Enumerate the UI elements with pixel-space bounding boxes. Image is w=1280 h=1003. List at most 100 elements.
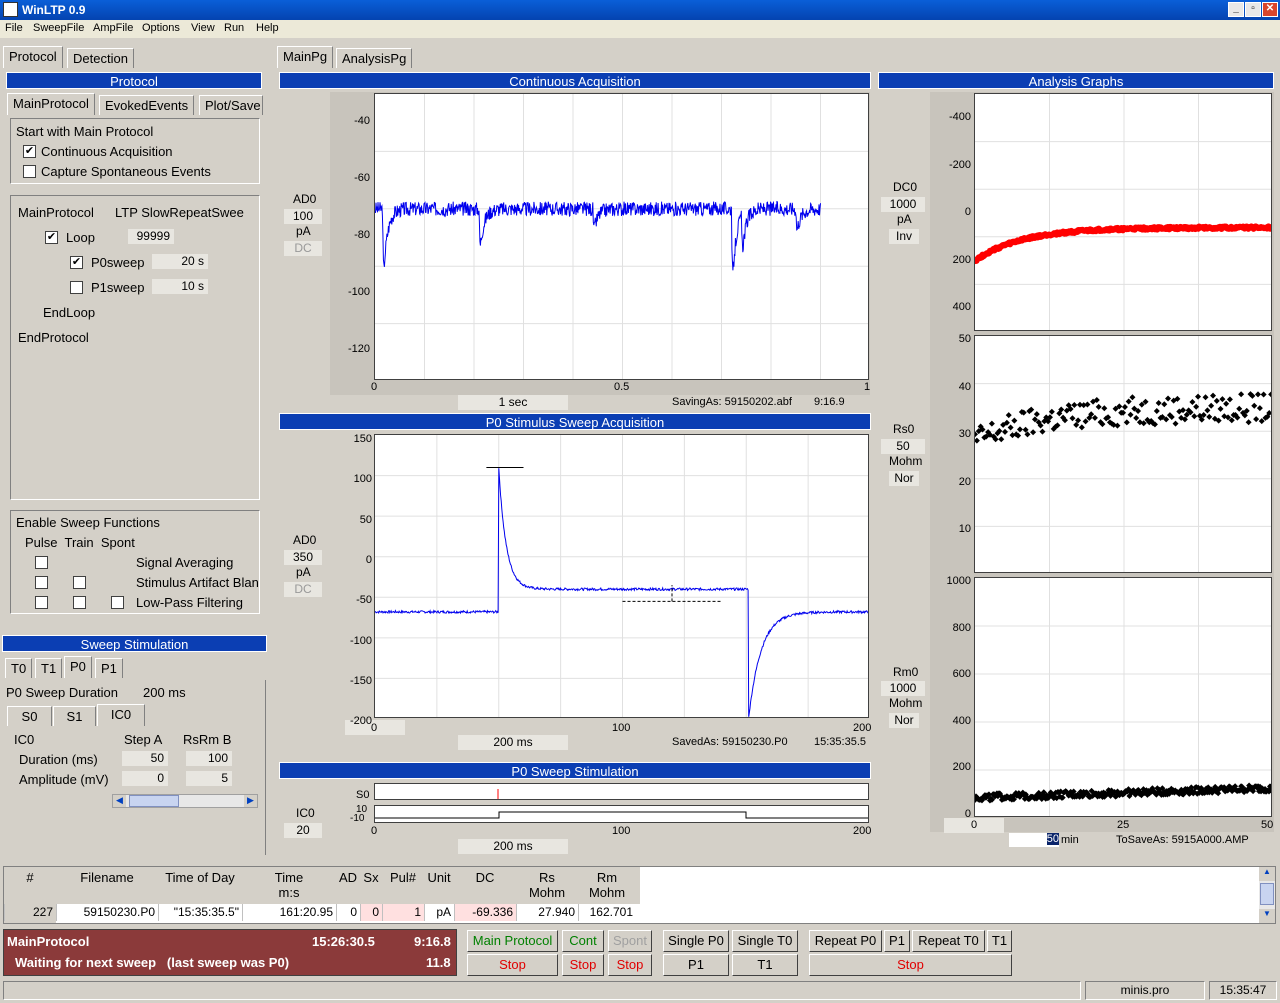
- loop-count[interactable]: 99999: [128, 229, 174, 244]
- repeat-p0-button[interactable]: Repeat P0: [809, 930, 882, 952]
- spont-button[interactable]: Spont: [608, 930, 652, 952]
- cell-dc[interactable]: -69.336: [454, 904, 516, 921]
- repeat-t0-button[interactable]: Repeat T0: [912, 930, 985, 952]
- scroll-up-icon[interactable]: ▲: [1259, 867, 1275, 881]
- repeat-stop-button[interactable]: Stop: [809, 954, 1012, 976]
- col-header-time-of-day[interactable]: Time of Day: [158, 870, 242, 885]
- dc-mode[interactable]: Inv: [889, 229, 919, 244]
- cont-mode[interactable]: DC: [284, 241, 322, 256]
- menu-file[interactable]: File: [5, 22, 23, 34]
- p0sweep-time[interactable]: 20 s: [152, 254, 208, 269]
- main-stop-button[interactable]: Stop: [467, 954, 558, 976]
- lowpass-spont-checkbox[interactable]: [111, 596, 124, 609]
- lowpass-pulse-checkbox[interactable]: [35, 596, 48, 609]
- col-header-ad[interactable]: AD: [336, 870, 360, 885]
- lowpass-train-checkbox[interactable]: [73, 596, 86, 609]
- p1sweep-checkbox[interactable]: [70, 281, 83, 294]
- tab-evokedevents[interactable]: EvokedEvents: [99, 95, 195, 115]
- tab-mainpg[interactable]: MainPg: [277, 46, 334, 68]
- p0acq-scale[interactable]: 350: [284, 550, 322, 565]
- artifact-pulse-checkbox[interactable]: [35, 576, 48, 589]
- rs-scale[interactable]: 50: [881, 439, 925, 454]
- col-header-pulse-number[interactable]: Pul#: [382, 870, 424, 885]
- single-p1-button[interactable]: P1: [663, 954, 729, 976]
- avg-pulse-checkbox[interactable]: [35, 556, 48, 569]
- col-header-rs[interactable]: Rs Mohm: [516, 870, 578, 900]
- cont-xunit[interactable]: 1 sec: [458, 395, 568, 410]
- amplitude-b[interactable]: 5: [186, 771, 232, 786]
- col-header-sx[interactable]: Sx: [360, 870, 382, 885]
- cell-rs[interactable]: 27.940: [516, 904, 578, 921]
- p0acq-xunit[interactable]: 200 ms: [458, 735, 568, 750]
- scroll-thumb[interactable]: [129, 795, 179, 807]
- cell-unit[interactable]: pA: [424, 904, 454, 921]
- table-scrollbar[interactable]: ▲ ▼: [1259, 867, 1275, 923]
- col-header-filename[interactable]: Filename: [56, 870, 158, 885]
- cell-pulse-number[interactable]: 1: [382, 904, 424, 921]
- rs-mode[interactable]: Nor: [889, 471, 919, 486]
- repeat-p1-button[interactable]: P1: [884, 930, 910, 952]
- p0stim-xunit[interactable]: 200 ms: [458, 839, 568, 854]
- menu-sweepfile[interactable]: SweepFile: [33, 22, 84, 34]
- analysis-x-input[interactable]: 50: [1009, 833, 1059, 847]
- horizontal-scrollbar[interactable]: ◀ ▶: [112, 794, 258, 808]
- cont-stop-button[interactable]: Stop: [562, 954, 604, 976]
- cell-ad[interactable]: 0: [336, 904, 360, 921]
- table-scroll-thumb[interactable]: [1260, 883, 1274, 905]
- capture-checkbox[interactable]: [23, 165, 36, 178]
- cell-filename[interactable]: 59150230.P0: [56, 904, 158, 921]
- col-header-dc[interactable]: DC: [454, 870, 516, 885]
- tab-detection[interactable]: Detection: [67, 48, 134, 68]
- close-button[interactable]: ✕: [1262, 2, 1278, 17]
- amplitude-a[interactable]: 0: [122, 771, 168, 786]
- continuous-checkbox[interactable]: ✔: [23, 145, 36, 158]
- single-t0-button[interactable]: Single T0: [732, 930, 798, 952]
- menu-help[interactable]: Help: [256, 22, 279, 34]
- tab-t0[interactable]: T0: [5, 658, 33, 678]
- loop-checkbox[interactable]: ✔: [45, 231, 58, 244]
- tab-ic0[interactable]: IC0: [97, 704, 145, 726]
- col-header-time[interactable]: Time m:s: [242, 870, 336, 900]
- scroll-left-icon[interactable]: ◀: [113, 795, 126, 807]
- cell-time[interactable]: 161:20.95: [242, 904, 336, 921]
- repeat-t1-button[interactable]: T1: [987, 930, 1012, 952]
- artifact-train-checkbox[interactable]: [73, 576, 86, 589]
- tab-t1[interactable]: T1: [35, 658, 63, 678]
- cont-scale[interactable]: 100: [284, 209, 322, 224]
- tab-plotsave[interactable]: Plot/Save: [199, 95, 263, 115]
- single-p0-button[interactable]: Single P0: [663, 930, 729, 952]
- scroll-right-icon[interactable]: ▶: [244, 795, 257, 807]
- rm-mode[interactable]: Nor: [889, 713, 919, 728]
- scroll-down-icon[interactable]: ▼: [1259, 909, 1275, 923]
- p0acq-mode[interactable]: DC: [284, 582, 322, 597]
- cell-rm[interactable]: 162.701: [578, 904, 636, 921]
- tab-p1[interactable]: P1: [95, 658, 123, 678]
- col-header-unit[interactable]: Unit: [424, 870, 454, 885]
- tab-mainprotocol[interactable]: MainProtocol: [7, 93, 95, 115]
- rm-scale[interactable]: 1000: [881, 681, 925, 696]
- dc-scale[interactable]: 1000: [881, 197, 925, 212]
- minimize-button[interactable]: _: [1228, 2, 1244, 17]
- menu-options[interactable]: Options: [142, 22, 180, 34]
- menu-run[interactable]: Run: [224, 22, 244, 34]
- cell-row-number[interactable]: 227: [4, 904, 56, 921]
- col-header-row-number[interactable]: #: [4, 870, 56, 885]
- p1sweep-time[interactable]: 10 s: [152, 279, 208, 294]
- tab-protocol[interactable]: Protocol: [3, 46, 63, 68]
- tab-s0[interactable]: S0: [7, 706, 52, 726]
- menu-ampfile[interactable]: AmpFile: [93, 22, 133, 34]
- cont-button[interactable]: Cont: [562, 930, 604, 952]
- main-protocol-button[interactable]: Main Protocol: [467, 930, 558, 952]
- p0stim-ic0-val[interactable]: 20: [284, 823, 322, 838]
- maximize-button[interactable]: ▫: [1245, 2, 1261, 17]
- duration-b[interactable]: 100: [186, 751, 232, 766]
- p0sweep-checkbox[interactable]: ✔: [70, 256, 83, 269]
- single-t1-button[interactable]: T1: [732, 954, 798, 976]
- tab-analysispg[interactable]: AnalysisPg: [336, 48, 413, 68]
- cell-time-of-day[interactable]: "15:35:35.5": [158, 904, 242, 921]
- menu-view[interactable]: View: [191, 22, 215, 34]
- tab-p0[interactable]: P0: [64, 656, 92, 678]
- spont-stop-button[interactable]: Stop: [608, 954, 652, 976]
- tab-s1[interactable]: S1: [53, 706, 96, 726]
- cell-sx[interactable]: 0: [360, 904, 382, 921]
